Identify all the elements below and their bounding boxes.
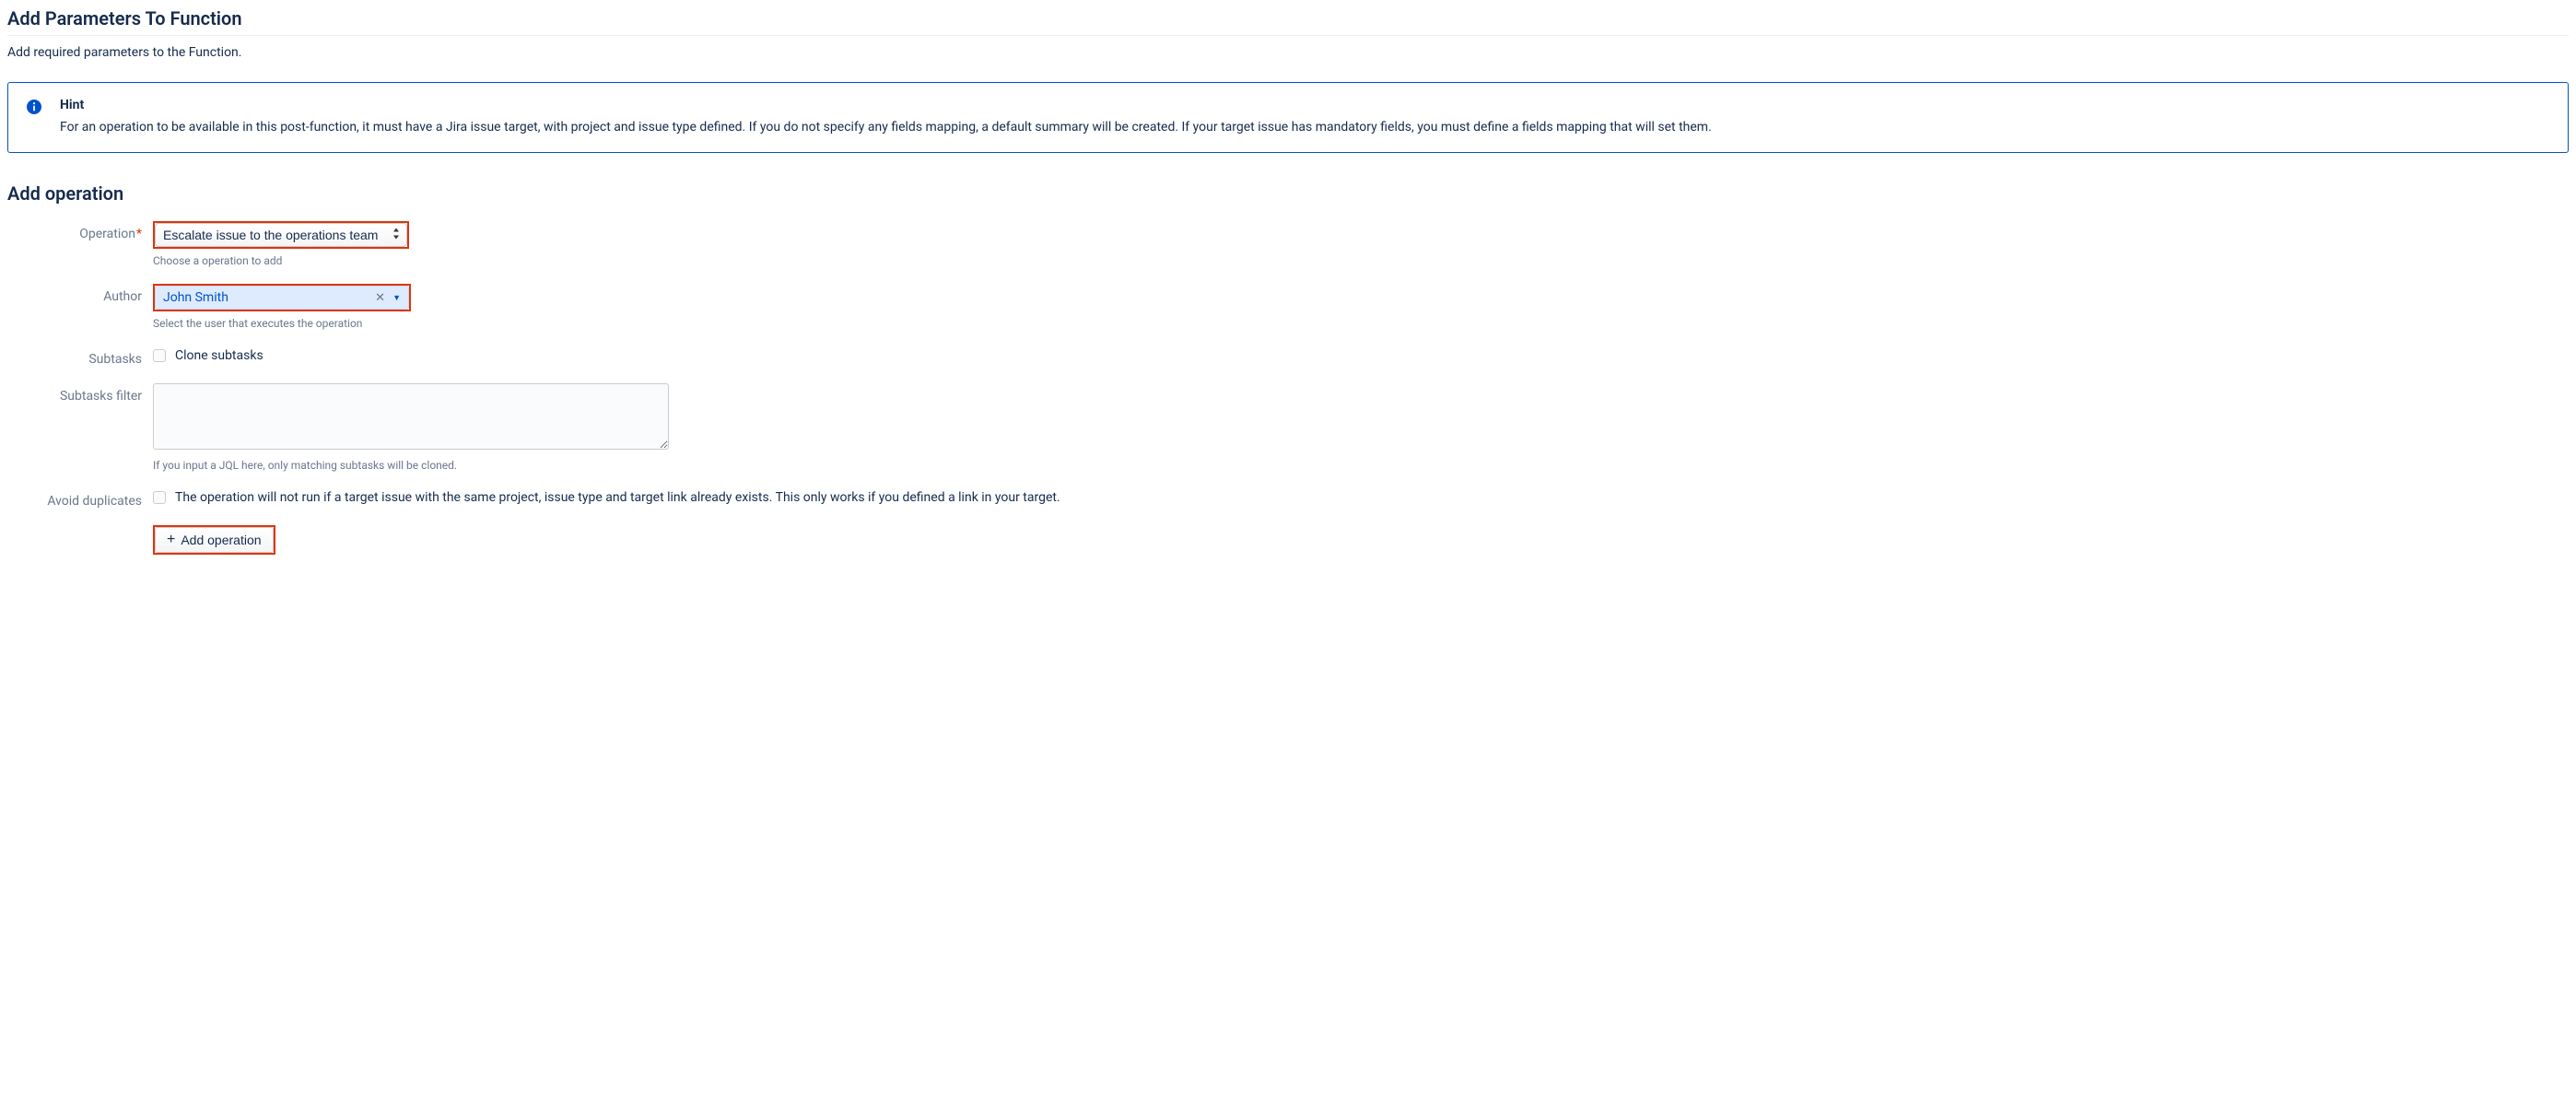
label-subtasks: Subtasks — [7, 346, 153, 367]
row-operation: Operation* Choose a operation to add — [7, 221, 2569, 267]
add-operation-button-label: Add operation — [181, 533, 261, 547]
label-subtasks-filter: Subtasks filter — [7, 383, 153, 404]
clear-icon[interactable]: ✕ — [375, 291, 385, 305]
plus-icon: + — [167, 533, 175, 547]
hint-title: Hint — [60, 98, 2549, 112]
subtasks-filter-textarea[interactable] — [153, 383, 669, 450]
author-select[interactable]: John Smith ✕ ▼ — [155, 286, 409, 310]
label-avoid-duplicates: Avoid duplicates — [7, 488, 153, 509]
page-title: Add Parameters To Function — [7, 7, 2569, 36]
label-operation: Operation* — [7, 221, 153, 241]
avoid-duplicates-label: The operation will not run if a target i… — [175, 490, 1060, 505]
highlight-add-button: + Add operation — [153, 525, 275, 555]
highlight-author: John Smith ✕ ▼ — [153, 284, 411, 311]
highlight-operation — [153, 221, 409, 249]
row-avoid-duplicates: Avoid duplicates The operation will not … — [7, 488, 2569, 509]
author-value: John Smith — [163, 290, 228, 305]
row-subtasks-filter: Subtasks filter If you input a JQL here,… — [7, 383, 2569, 472]
label-operation-text: Operation — [79, 227, 135, 241]
required-mark: * — [136, 227, 142, 241]
helper-operation: Choose a operation to add — [153, 254, 2569, 267]
operation-select[interactable] — [155, 223, 407, 247]
page-subtitle: Add required parameters to the Function. — [7, 45, 2569, 60]
section-title: Add operation — [7, 182, 2569, 205]
row-subtasks: Subtasks Clone subtasks — [7, 346, 2569, 367]
clone-subtasks-checkbox[interactable] — [153, 349, 166, 362]
helper-author: Select the user that executes the operat… — [153, 317, 2569, 330]
chevron-down-icon[interactable]: ▼ — [392, 293, 401, 303]
row-author: Author John Smith ✕ ▼ Select the user th… — [7, 284, 2569, 330]
clone-subtasks-label: Clone subtasks — [175, 348, 263, 363]
helper-subtasks-filter: If you input a JQL here, only matching s… — [153, 459, 2569, 472]
hint-text: For an operation to be available in this… — [60, 118, 2549, 137]
add-operation-button[interactable]: + Add operation — [155, 527, 274, 553]
avoid-duplicates-checkbox[interactable] — [153, 491, 166, 504]
hint-panel: Hint For an operation to be available in… — [7, 82, 2569, 153]
label-author: Author — [7, 284, 153, 304]
row-add-button: + Add operation — [7, 525, 2569, 555]
info-icon — [27, 100, 41, 114]
